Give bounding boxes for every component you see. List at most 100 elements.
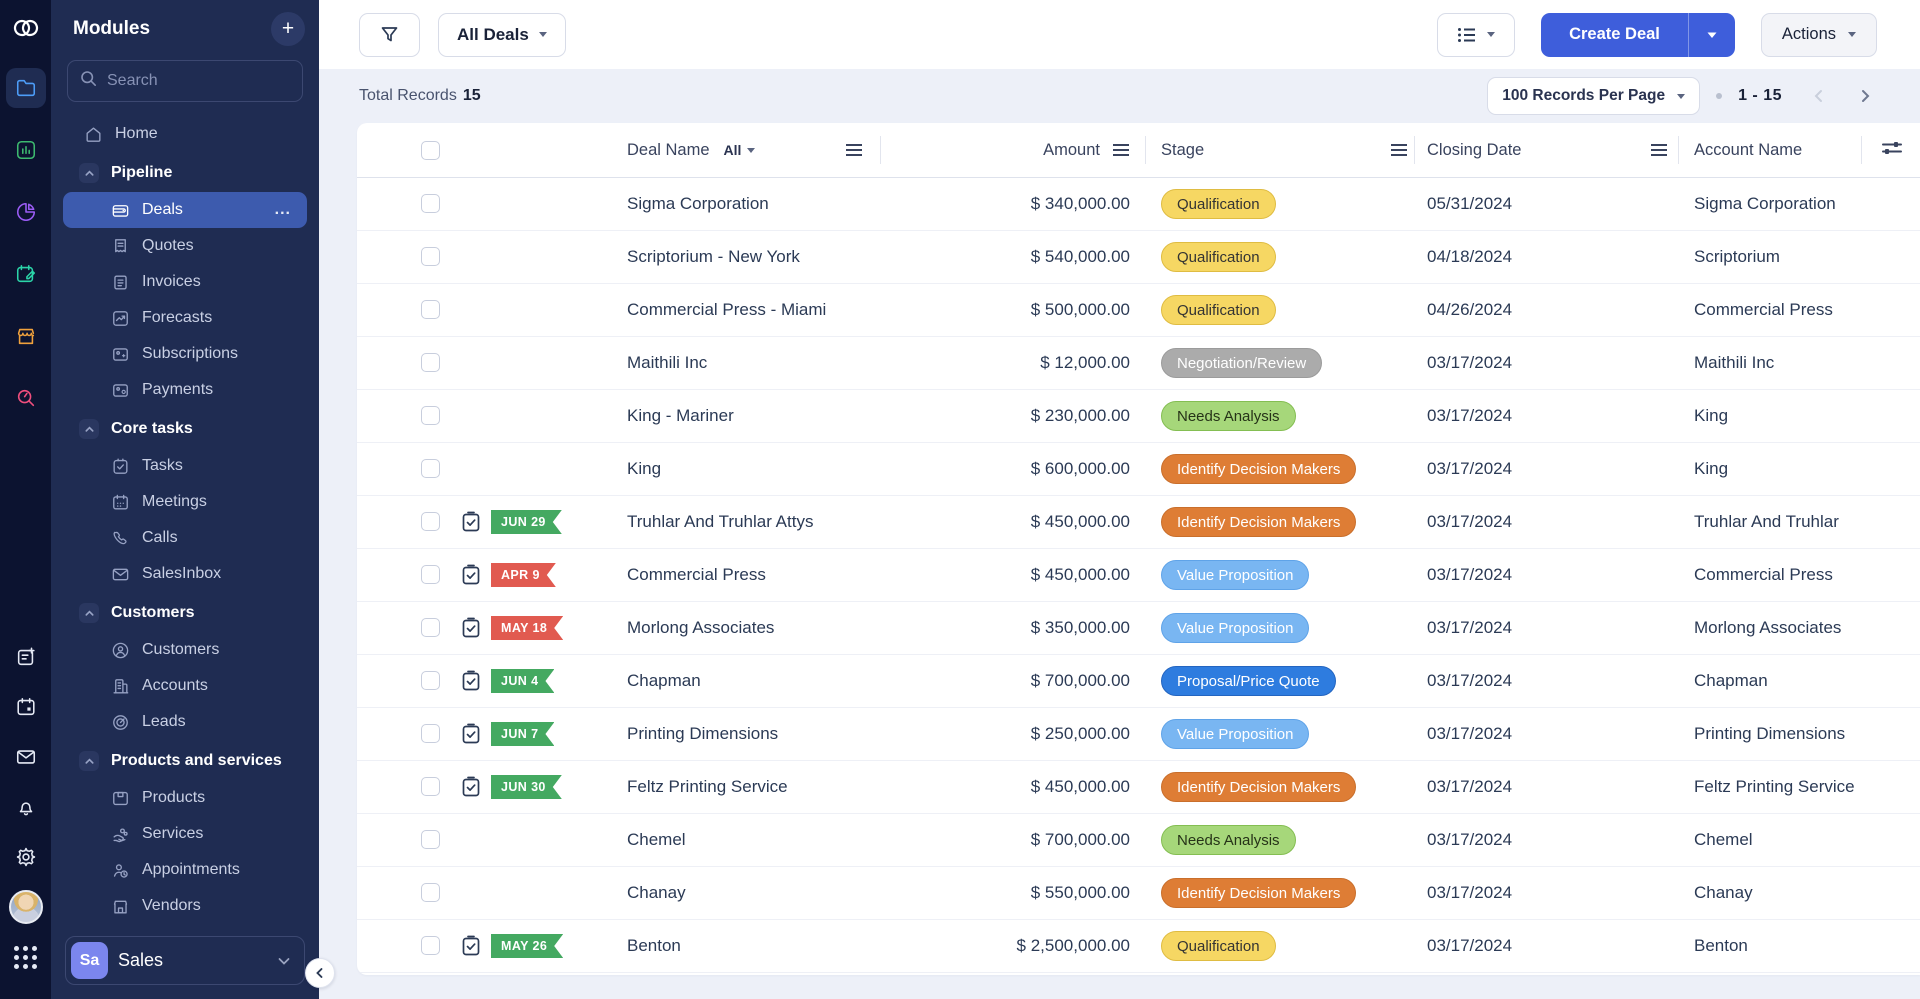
header-closing-date[interactable]: Closing Date — [1427, 141, 1521, 160]
create-deal-button[interactable]: Create Deal — [1541, 13, 1688, 57]
row-checkbox[interactable] — [421, 618, 440, 637]
sidebar-item-forecasts[interactable]: Forecasts — [51, 300, 319, 336]
sidebar-item-home[interactable]: Home — [51, 116, 319, 152]
sidebar-item-salesinbox[interactable]: SalesInbox — [51, 556, 319, 592]
row-checkbox[interactable] — [421, 777, 440, 796]
deal-name-cell[interactable]: Maithili Inc — [627, 337, 707, 389]
row-checkbox[interactable] — [421, 194, 440, 213]
table-row[interactable]: Commercial Press - Miami $ 500,000.00 Qu… — [357, 284, 1920, 337]
column-menu-icon[interactable] — [1112, 143, 1130, 157]
sidebar-item-appointments[interactable]: Appointments — [51, 852, 319, 888]
nav-section-pipeline[interactable]: Pipeline — [51, 154, 319, 192]
account-name-cell[interactable]: Chanay — [1694, 867, 1753, 919]
row-checkbox[interactable] — [421, 406, 440, 425]
sidebar-item-customers[interactable]: Customers — [51, 632, 319, 668]
deal-name-cell[interactable]: Chapman — [627, 655, 701, 707]
table-row[interactable]: JUN 30 Feltz Printing Service $ 450,000.… — [357, 761, 1920, 814]
table-row[interactable]: MAY 18 Morlong Associates $ 350,000.00 V… — [357, 602, 1920, 655]
sidebar-item-quotes[interactable]: Quotes — [51, 228, 319, 264]
records-per-page-selector[interactable]: 100 Records Per Page — [1487, 77, 1700, 115]
nav-section-customers[interactable]: Customers — [51, 594, 319, 632]
sidebar-item-subscriptions[interactable]: Subscriptions — [51, 336, 319, 372]
sidebar-item-deals[interactable]: Deals... — [63, 192, 307, 228]
row-checkbox[interactable] — [421, 512, 440, 531]
search-input[interactable] — [105, 71, 290, 91]
account-name-cell[interactable]: Chapman — [1694, 655, 1768, 707]
account-name-cell[interactable]: Feltz Printing Service — [1694, 761, 1855, 813]
row-checkbox[interactable] — [421, 724, 440, 743]
account-name-cell[interactable]: Truhlar And Truhlar — [1694, 496, 1839, 548]
deal-name-cell[interactable]: Benton — [627, 920, 681, 972]
sidebar-item-tasks[interactable]: Tasks — [51, 448, 319, 484]
deal-name-cell[interactable]: Chemel — [627, 814, 686, 866]
account-name-cell[interactable]: King — [1694, 390, 1728, 442]
row-checkbox[interactable] — [421, 671, 440, 690]
nav-section-core-tasks[interactable]: Core tasks — [51, 410, 319, 448]
workspace-selector[interactable]: Sa Sales — [65, 936, 305, 985]
table-row[interactable]: APR 9 Commercial Press $ 450,000.00 Valu… — [357, 549, 1920, 602]
table-row[interactable]: Sigma Corporation $ 340,000.00 Qualifica… — [357, 178, 1920, 231]
deal-name-cell[interactable]: Sigma Corporation — [627, 178, 769, 230]
account-name-cell[interactable]: Commercial Press — [1694, 284, 1833, 336]
deal-name-cell[interactable]: Feltz Printing Service — [627, 761, 788, 813]
sidebar-search[interactable] — [67, 60, 303, 102]
deal-name-cell[interactable]: Truhlar And Truhlar Attys — [627, 496, 813, 548]
table-row[interactable]: King $ 600,000.00 Identify Decision Make… — [357, 443, 1920, 496]
row-checkbox[interactable] — [421, 565, 440, 584]
table-row[interactable]: MAY 26 Benton $ 2,500,000.00 Qualificati… — [357, 920, 1920, 973]
sidebar-item-vendors[interactable]: Vendors — [51, 888, 319, 924]
deal-name-cell[interactable]: Commercial Press — [627, 549, 766, 601]
view-selector[interactable]: All Deals — [438, 13, 566, 57]
row-checkbox[interactable] — [421, 883, 440, 902]
table-row[interactable]: Chemel $ 700,000.00 Needs Analysis 03/17… — [357, 814, 1920, 867]
row-checkbox[interactable] — [421, 459, 440, 478]
account-name-cell[interactable]: Chemel — [1694, 814, 1753, 866]
sidebar-item-leads[interactable]: Leads — [51, 704, 319, 740]
deal-name-cell[interactable]: Printing Dimensions — [627, 708, 778, 760]
calendar-rail-button[interactable] — [8, 689, 44, 725]
magnifier-pin-rail-button[interactable] — [6, 378, 46, 418]
account-name-cell[interactable]: King — [1694, 443, 1728, 495]
filter-button[interactable] — [359, 13, 420, 57]
select-all-checkbox[interactable] — [421, 141, 440, 160]
calendar-edit-rail-button[interactable] — [6, 254, 46, 294]
nav-section-products-and-services[interactable]: Products and services — [51, 742, 319, 780]
zoho-crm-logo-logo-rail-button[interactable] — [6, 8, 46, 48]
account-name-cell[interactable]: Benton — [1694, 920, 1748, 972]
bell-rail-button[interactable] — [8, 789, 44, 825]
header-deal-name[interactable]: Deal Name — [627, 141, 710, 160]
row-checkbox[interactable] — [421, 830, 440, 849]
deal-name-cell[interactable]: Chanay — [627, 867, 686, 919]
row-checkbox[interactable] — [421, 936, 440, 955]
sidebar-item-services[interactable]: Services — [51, 816, 319, 852]
view-toggle-button[interactable] — [1437, 13, 1515, 57]
sidebar-item-products[interactable]: Products — [51, 780, 319, 816]
account-name-cell[interactable]: Maithili Inc — [1694, 337, 1774, 389]
actions-button[interactable]: Actions — [1761, 13, 1877, 57]
deal-name-cell[interactable]: Commercial Press - Miami — [627, 284, 826, 336]
header-amount[interactable]: Amount — [1043, 141, 1100, 160]
storefront-rail-button[interactable] — [6, 316, 46, 356]
grid-rail-button[interactable] — [8, 939, 44, 975]
column-settings-icon[interactable] — [1881, 140, 1903, 161]
table-row[interactable]: JUN 4 Chapman $ 700,000.00 Proposal/Pric… — [357, 655, 1920, 708]
gear-rail-button[interactable] — [8, 839, 44, 875]
sidebar-item-invoices[interactable]: Invoices — [51, 264, 319, 300]
sidebar-item-calls[interactable]: Calls — [51, 520, 319, 556]
account-name-cell[interactable]: Morlong Associates — [1694, 602, 1841, 654]
table-row[interactable]: Maithili Inc $ 12,000.00 Negotiation/Rev… — [357, 337, 1920, 390]
deal-name-cell[interactable]: King - Mariner — [627, 390, 734, 442]
column-menu-icon[interactable] — [1650, 143, 1668, 157]
account-name-cell[interactable]: Printing Dimensions — [1694, 708, 1845, 760]
sidebar-item-payments[interactable]: Payments — [51, 372, 319, 408]
column-menu-icon[interactable] — [845, 143, 863, 157]
header-stage[interactable]: Stage — [1161, 141, 1204, 160]
table-row[interactable]: JUN 29 Truhlar And Truhlar Attys $ 450,0… — [357, 496, 1920, 549]
mail-rail-button[interactable] — [8, 739, 44, 775]
sidebar-collapse-button[interactable] — [305, 958, 335, 988]
sidebar-item-accounts[interactable]: Accounts — [51, 668, 319, 704]
deal-name-filter-dropdown[interactable]: All — [724, 142, 756, 158]
sidebar-item-meetings[interactable]: Meetings — [51, 484, 319, 520]
more-options-icon[interactable]: ... — [275, 201, 291, 219]
table-row[interactable]: Scriptorium - New York $ 540,000.00 Qual… — [357, 231, 1920, 284]
